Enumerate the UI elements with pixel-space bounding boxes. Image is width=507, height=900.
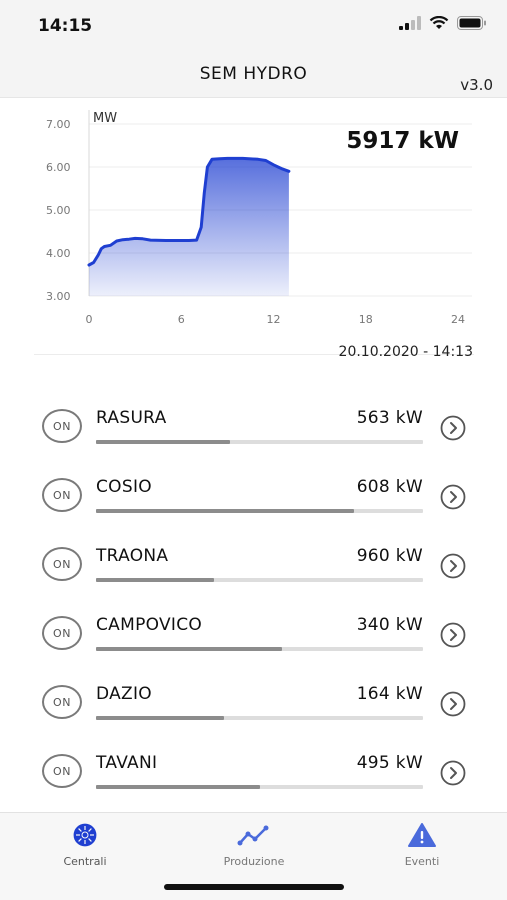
plant-power: 608 kW	[356, 477, 423, 497]
y-tick-label: 4.00	[46, 247, 71, 260]
wifi-icon	[429, 16, 449, 29]
power-bar	[96, 509, 423, 513]
plant-power: 563 kW	[356, 408, 423, 428]
battery-icon	[457, 16, 486, 30]
status-bar: 14:15	[0, 0, 507, 50]
power-bar	[96, 647, 423, 651]
power-bar	[96, 716, 423, 720]
warning-icon	[408, 823, 436, 847]
power-toggle[interactable]: ON	[42, 616, 82, 650]
chevron-right-icon[interactable]	[440, 553, 466, 579]
y-tick-label: 5.00	[46, 204, 71, 217]
x-tick-label: 0	[86, 313, 93, 326]
plant-row[interactable]: ON TRAONA 960 kW	[0, 530, 507, 599]
plant-name: RASURA	[96, 408, 167, 428]
power-bar-fill	[96, 578, 214, 582]
plant-power: 164 kW	[356, 684, 423, 704]
chevron-right-icon[interactable]	[440, 415, 466, 441]
power-bar-fill	[96, 647, 283, 651]
power-bar-fill	[96, 785, 260, 789]
power-bar	[96, 785, 423, 789]
plant-name: TRAONA	[96, 546, 169, 566]
chevron-right-icon[interactable]	[440, 622, 466, 648]
plant-list: ON RASURA 563 kW ON COSIO 608 kW ON TRAONA 960 k…	[0, 392, 507, 806]
power-bar-fill	[96, 440, 231, 444]
plant-power: 960 kW	[356, 546, 423, 566]
chevron-right-icon[interactable]	[440, 484, 466, 510]
power-toggle[interactable]: ON	[42, 685, 82, 719]
plant-power: 340 kW	[356, 615, 423, 635]
x-tick-label: 24	[451, 313, 465, 326]
power-bar-fill	[96, 716, 224, 720]
app-version: v3.0	[460, 76, 493, 94]
plant-name: CAMPOVICO	[96, 615, 203, 635]
plant-row[interactable]: ON COSIO 608 kW	[0, 461, 507, 530]
y-tick-label: 3.00	[46, 290, 71, 303]
x-tick-label: 18	[359, 313, 373, 326]
power-bar-fill	[96, 509, 355, 513]
trend-icon	[237, 825, 269, 846]
nav-bar: SEM HYDRO v3.0	[0, 50, 507, 98]
x-tick-label: 6	[178, 313, 185, 326]
plant-name: DAZIO	[96, 684, 152, 704]
plant-power: 495 kW	[356, 753, 423, 773]
power-toggle[interactable]: ON	[42, 478, 82, 512]
series-area	[89, 158, 289, 296]
power-toggle[interactable]: ON	[42, 409, 82, 443]
plant-row[interactable]: ON DAZIO 164 kW	[0, 668, 507, 737]
y-tick-label: 6.00	[46, 161, 71, 174]
tab-produzione[interactable]: Produzione	[194, 821, 314, 868]
chevron-right-icon[interactable]	[440, 760, 466, 786]
power-toggle[interactable]: ON	[42, 547, 82, 581]
chart-timestamp: 20.10.2020 - 14:13	[338, 344, 473, 360]
power-bar	[96, 578, 423, 582]
power-toggle[interactable]: ON	[42, 754, 82, 788]
plant-icon	[73, 823, 97, 847]
tab-centrali[interactable]: Centrali	[25, 821, 145, 868]
power-bar	[96, 440, 423, 444]
y-axis-label: MW	[93, 111, 117, 126]
y-tick-label: 7.00	[46, 118, 71, 131]
tab-label: Produzione	[223, 855, 285, 868]
tab-label: Centrali	[63, 855, 107, 868]
plant-row[interactable]: ON RASURA 563 kW	[0, 392, 507, 461]
plant-name: TAVANI	[96, 753, 158, 773]
plant-row[interactable]: ON TAVANI 495 kW	[0, 737, 507, 806]
signal-icon	[399, 16, 421, 30]
home-indicator	[164, 884, 344, 890]
app-title: SEM HYDRO	[199, 64, 308, 84]
status-time: 14:15	[38, 16, 93, 36]
chevron-right-icon[interactable]	[440, 691, 466, 717]
total-power: 5917 kW	[346, 128, 459, 154]
plant-name: COSIO	[96, 477, 152, 497]
x-tick-label: 12	[267, 313, 281, 326]
tab-label: Eventi	[404, 855, 440, 868]
tab-eventi[interactable]: Eventi	[362, 821, 482, 868]
plant-row[interactable]: ON CAMPOVICO 340 kW	[0, 599, 507, 668]
status-icons	[399, 16, 487, 30]
